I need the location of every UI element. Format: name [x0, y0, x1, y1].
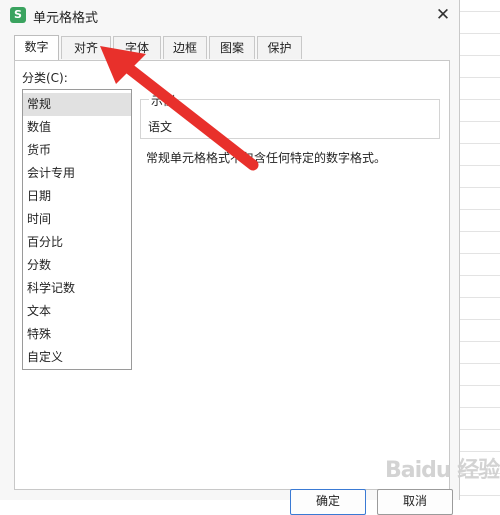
category-item-special[interactable]: 特殊 [23, 323, 131, 346]
category-item-text[interactable]: 文本 [23, 300, 131, 323]
ok-button[interactable]: 确定 [290, 489, 366, 515]
tab-protection[interactable]: 保护 [257, 36, 302, 59]
sample-value: 语文 [148, 120, 173, 134]
sample-legend: 示例 [149, 92, 178, 109]
number-tab-panel: 分类(C): 常规 数值 货币 会计专用 日期 时间 百分比 分数 科学记数 文… [14, 60, 450, 490]
category-label: 分类(C): [22, 71, 68, 85]
tab-font[interactable]: 字体 [113, 36, 161, 59]
sample-group: 示例 语文 [140, 92, 440, 139]
category-list[interactable]: 常规 数值 货币 会计专用 日期 时间 百分比 分数 科学记数 文本 特殊 自定… [22, 89, 132, 370]
category-item-general[interactable]: 常规 [23, 93, 131, 116]
cancel-button[interactable]: 取消 [377, 489, 453, 515]
tab-alignment[interactable]: 对齐 [61, 36, 111, 59]
category-item-fraction[interactable]: 分数 [23, 254, 131, 277]
close-button[interactable]: ✕ [432, 4, 454, 26]
format-description: 常规单元格格式不包含任何特定的数字格式。 [146, 151, 387, 165]
format-cells-dialog: S 单元格格式 ✕ 数字 对齐 字体 边框 图案 保护 分类(C): 常规 数值… [0, 0, 460, 515]
tab-pattern[interactable]: 图案 [209, 36, 255, 59]
category-item-number[interactable]: 数值 [23, 116, 131, 139]
app-logo-icon: S [10, 7, 26, 23]
category-item-time[interactable]: 时间 [23, 208, 131, 231]
close-icon: ✕ [435, 5, 451, 25]
tab-number[interactable]: 数字 [14, 35, 59, 60]
baidu-watermark: Baidu 经验 [385, 458, 500, 483]
category-item-custom[interactable]: 自定义 [23, 346, 131, 369]
dialog-title: 单元格格式 [33, 11, 99, 26]
category-item-accounting[interactable]: 会计专用 [23, 162, 131, 185]
tab-border[interactable]: 边框 [163, 36, 207, 59]
dialog-titlebar: S 单元格格式 ✕ [0, 0, 460, 30]
category-item-currency[interactable]: 货币 [23, 139, 131, 162]
category-item-percentage[interactable]: 百分比 [23, 231, 131, 254]
category-item-date[interactable]: 日期 [23, 185, 131, 208]
category-item-scientific[interactable]: 科学记数 [23, 277, 131, 300]
